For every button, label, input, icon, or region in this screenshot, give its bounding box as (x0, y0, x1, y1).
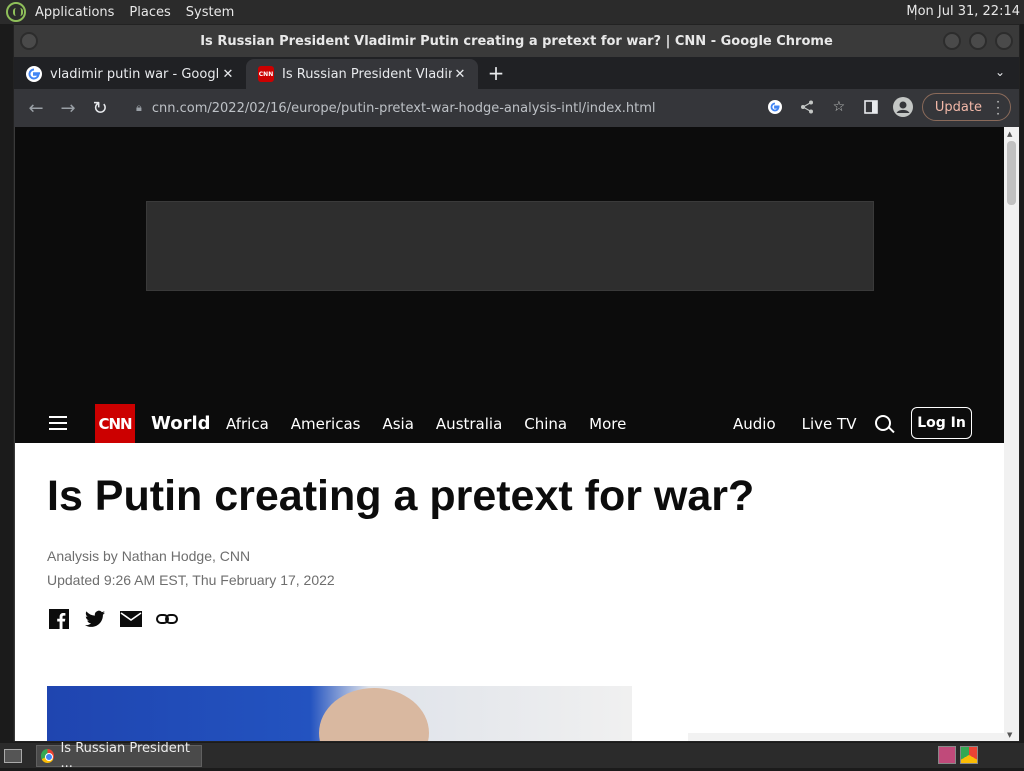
clock[interactable]: Mon Jul 31, 22:14 (906, 4, 1020, 19)
article-headline: Is Putin creating a pretext for war? (47, 472, 755, 520)
workspace-1-icon[interactable] (938, 746, 956, 764)
chrome-icon (41, 748, 55, 763)
forward-arrow-icon[interactable]: → (52, 92, 84, 124)
ad-placeholder (146, 201, 874, 291)
nav-link-africa[interactable]: Africa (226, 415, 269, 433)
tab-title: Is Russian President Vladimir P (282, 66, 452, 82)
search-icon[interactable] (875, 415, 891, 431)
hamburger-menu-icon[interactable] (49, 416, 67, 430)
nav-link-china[interactable]: China (524, 415, 567, 433)
nav-link-australia[interactable]: Australia (436, 415, 502, 433)
reload-icon[interactable]: ↻ (84, 92, 116, 124)
browser-toolbar: ← → ↻ 🔒︎ cnn.com/2022/02/16/europe/putin… (14, 89, 1019, 127)
cnn-icon: CNN (258, 66, 274, 82)
google-lens-icon[interactable] (762, 94, 788, 120)
new-tab-button[interactable]: + (482, 59, 510, 87)
page-viewport: CNN World Africa Americas Asia Australia… (15, 127, 1005, 741)
sidebar-card (688, 733, 1005, 741)
workspace-2-chrome-icon[interactable] (960, 746, 978, 764)
hero-subject (319, 688, 429, 741)
article-updated: Updated 9:26 AM EST, Thu February 17, 20… (47, 572, 335, 588)
region-links: Africa Americas Asia Australia China Mor… (226, 415, 626, 433)
email-icon[interactable] (120, 608, 142, 630)
side-panel-icon[interactable] (858, 94, 884, 120)
nav-link-americas[interactable]: Americas (291, 415, 361, 433)
scroll-up-icon[interactable]: ▲ (1007, 130, 1012, 138)
url-text[interactable]: cnn.com/2022/02/16/europe/putin-pretext-… (152, 101, 656, 116)
login-button[interactable]: Log In (911, 407, 972, 439)
share-icon[interactable] (794, 94, 820, 120)
article-byline: Analysis by Nathan Hodge, CNN (47, 548, 251, 564)
scroll-down-icon[interactable]: ▼ (1007, 731, 1012, 739)
section-title[interactable]: World (151, 413, 211, 434)
link-icon[interactable] (156, 608, 178, 630)
profile-avatar-icon[interactable] (890, 94, 916, 120)
window-titlebar[interactable]: Is Russian President Vladimir Putin crea… (14, 25, 1019, 57)
applications-menu[interactable]: Applications (35, 5, 114, 20)
close-window-button[interactable] (995, 32, 1013, 50)
system-top-panel: Applications Places System Mon Jul 31, 2… (0, 0, 1024, 24)
back-arrow-icon[interactable]: ← (20, 92, 52, 124)
facebook-icon[interactable] (48, 608, 70, 630)
tab-cnn-article[interactable]: CNN Is Russian President Vladimir P ✕ (246, 59, 478, 89)
places-menu[interactable]: Places (129, 5, 170, 20)
address-bar[interactable]: 🔒︎ cnn.com/2022/02/16/europe/putin-prete… (122, 93, 662, 123)
article-hero-image (47, 686, 632, 741)
google-icon (26, 66, 42, 82)
twitter-icon[interactable] (84, 608, 106, 630)
nav-link-asia[interactable]: Asia (382, 415, 413, 433)
maximize-button[interactable] (969, 32, 987, 50)
tab-search-chevron-icon[interactable]: ⌄ (995, 65, 1005, 79)
minimize-button[interactable] (943, 32, 961, 50)
taskbar-window-button[interactable]: Is Russian President ... (36, 741, 202, 771)
window-menu-button[interactable] (20, 32, 38, 50)
bottom-taskbar: Is Russian President ... (0, 741, 1024, 771)
tab-strip: vladimir putin war - Google Se ✕ CNN Is … (14, 57, 1019, 89)
close-tab-icon[interactable]: ✕ (452, 67, 468, 82)
bookmark-star-icon[interactable]: ☆ (826, 94, 852, 120)
chrome-window: Is Russian President Vladimir Putin crea… (13, 24, 1020, 742)
window-title: Is Russian President Vladimir Putin crea… (200, 33, 833, 49)
vertical-scrollbar[interactable]: ▲ ▼ (1004, 127, 1019, 741)
more-vertical-icon[interactable]: · · · (996, 96, 1000, 120)
nav-link-more[interactable]: More (589, 415, 626, 433)
cnn-logo[interactable]: CNN (95, 404, 135, 443)
tab-title: vladimir putin war - Google Se (50, 66, 220, 82)
cnn-navbar: CNN World Africa Americas Asia Australia… (15, 404, 1005, 443)
tab-google-search[interactable]: vladimir putin war - Google Se ✕ (14, 59, 246, 89)
system-menu[interactable]: System (186, 5, 234, 20)
close-tab-icon[interactable]: ✕ (220, 67, 236, 82)
update-button[interactable]: Update · · · (921, 93, 1011, 121)
mate-logo-icon[interactable] (6, 2, 26, 22)
show-desktop-icon[interactable] (4, 748, 22, 763)
ad-zone (15, 127, 1005, 404)
lock-icon[interactable]: 🔒︎ (136, 101, 142, 115)
scrollbar-thumb[interactable] (1007, 141, 1016, 205)
taskbar-window-label: Is Russian President ... (60, 740, 191, 771)
update-label: Update (934, 99, 982, 115)
nav-link-live-tv[interactable]: Live TV (802, 415, 857, 433)
nav-right-links: Audio Live TV (733, 415, 856, 433)
nav-link-audio[interactable]: Audio (733, 415, 776, 433)
